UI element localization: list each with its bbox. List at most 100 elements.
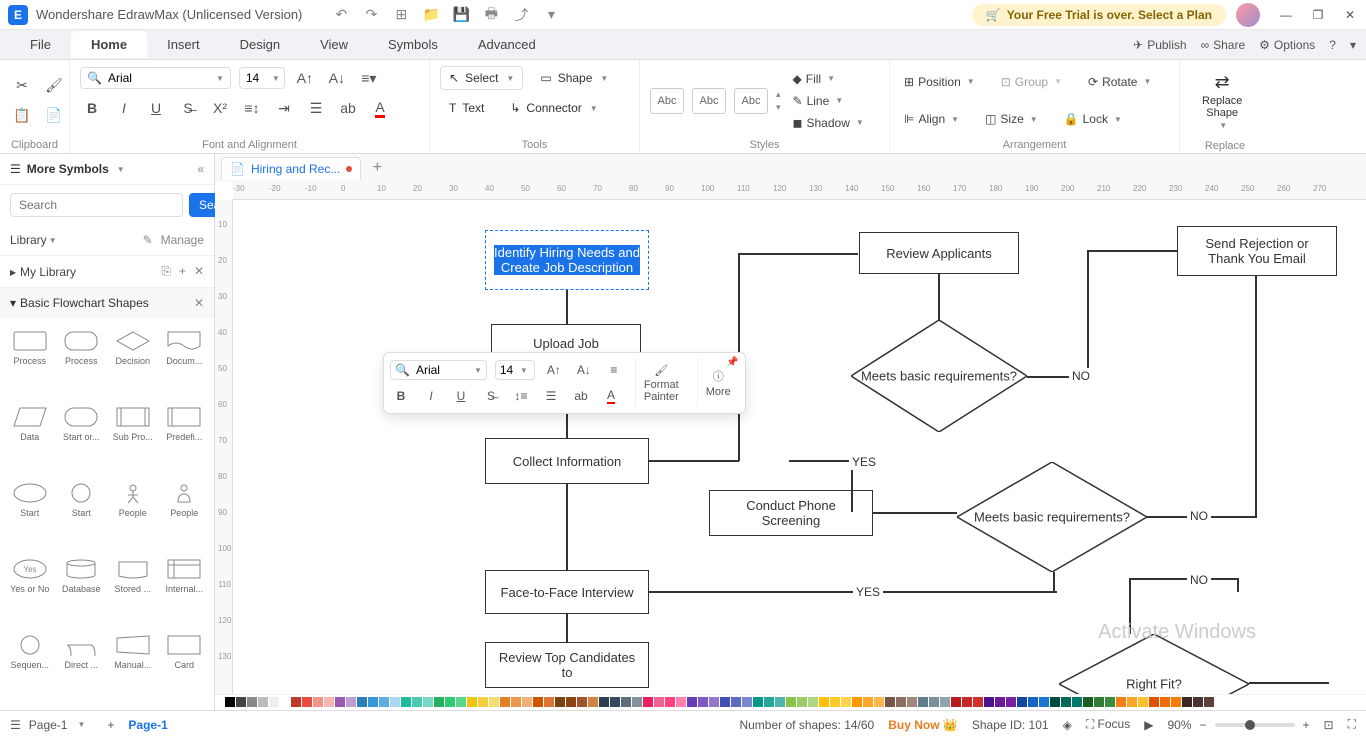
bullet-list-icon[interactable]: ☰	[304, 96, 328, 120]
color-swatch[interactable]	[379, 697, 389, 707]
palette-shape[interactable]: Process	[58, 326, 106, 398]
color-swatch[interactable]	[1193, 697, 1203, 707]
palette-shape[interactable]: YesYes or No	[6, 554, 54, 626]
font-size-select[interactable]: ▼	[239, 67, 285, 89]
color-swatch[interactable]	[1072, 697, 1082, 707]
color-swatch[interactable]	[852, 697, 862, 707]
connector[interactable]	[1249, 682, 1329, 684]
palette-shape[interactable]: Card	[161, 630, 209, 702]
float-strikethrough-icon[interactable]: S̶	[480, 385, 502, 407]
share-button[interactable]: ∞Share	[1201, 38, 1246, 52]
process-node-3[interactable]: Collect Information	[485, 438, 649, 484]
color-swatch[interactable]	[962, 697, 972, 707]
color-swatch[interactable]	[610, 697, 620, 707]
zoom-value[interactable]: 90%	[1167, 718, 1191, 732]
color-swatch[interactable]	[577, 697, 587, 707]
color-swatch[interactable]	[764, 697, 774, 707]
align-button[interactable]: ⊫Align▼	[900, 110, 963, 128]
color-swatch[interactable]	[588, 697, 598, 707]
color-swatch[interactable]	[1149, 697, 1159, 707]
options-button[interactable]: ⚙Options	[1259, 38, 1315, 52]
menu-view[interactable]: View	[300, 31, 368, 58]
connector[interactable]	[566, 614, 568, 642]
superscript-icon[interactable]: X²	[208, 96, 232, 120]
manage-button[interactable]: Manage	[161, 233, 204, 247]
palette-shape[interactable]: Start or...	[58, 402, 106, 474]
line-button[interactable]: ✎Line▼	[789, 92, 868, 110]
color-swatch[interactable]	[1182, 697, 1192, 707]
color-swatch[interactable]	[533, 697, 543, 707]
float-bullet-icon[interactable]: ☰	[540, 385, 562, 407]
align-dropdown[interactable]: ≡▾	[357, 66, 381, 90]
palette-shape[interactable]: People	[161, 478, 209, 550]
size-button[interactable]: ◫Size▼	[981, 110, 1042, 128]
color-swatch[interactable]	[731, 697, 741, 707]
menu-overflow[interactable]: ▾	[1350, 38, 1356, 52]
color-swatch[interactable]	[258, 697, 268, 707]
color-swatch[interactable]	[819, 697, 829, 707]
print-icon[interactable]: 🖶	[482, 6, 500, 24]
palette-shape[interactable]: Predefi...	[161, 402, 209, 474]
decision-node-3[interactable]: Right Fit?	[1059, 634, 1249, 694]
color-swatch[interactable]	[841, 697, 851, 707]
active-page-tab[interactable]: Page-1	[128, 718, 167, 732]
process-node-4[interactable]: Conduct Phone Screening	[709, 490, 873, 536]
color-swatch[interactable]	[423, 697, 433, 707]
float-size-select[interactable]: ▼	[495, 360, 535, 380]
color-swatch[interactable]	[984, 697, 994, 707]
color-swatch[interactable]	[1083, 697, 1093, 707]
connector[interactable]	[1255, 276, 1257, 518]
maximize-button[interactable]: ❐	[1310, 7, 1326, 23]
connector[interactable]	[738, 253, 858, 255]
float-line-spacing-icon[interactable]: ↕≡	[510, 385, 532, 407]
color-swatch[interactable]	[357, 697, 367, 707]
color-swatch[interactable]	[863, 697, 873, 707]
color-swatch[interactable]	[1094, 697, 1104, 707]
color-swatch[interactable]	[665, 697, 675, 707]
pin-icon[interactable]: 📌	[726, 357, 738, 368]
palette-shape[interactable]: Docum...	[161, 326, 209, 398]
float-font-color-icon[interactable]: A	[600, 385, 622, 407]
color-swatch[interactable]	[247, 697, 257, 707]
color-swatch[interactable]	[1050, 697, 1060, 707]
color-swatch[interactable]	[390, 697, 400, 707]
format-painter-icon[interactable]: 🖌	[42, 74, 66, 98]
process-node-5[interactable]: Face-to-Face Interview	[485, 570, 649, 614]
float-decrease-font-icon[interactable]: A↓	[573, 359, 595, 381]
color-swatch[interactable]	[808, 697, 818, 707]
symbol-search-input[interactable]	[10, 193, 183, 217]
menu-design[interactable]: Design	[220, 31, 300, 58]
shadow-button[interactable]: ◼Shadow▼	[789, 114, 868, 132]
color-swatch[interactable]	[654, 697, 664, 707]
color-swatch[interactable]	[709, 697, 719, 707]
group-button[interactable]: ⊡Group▼	[997, 73, 1066, 91]
connector[interactable]	[1087, 250, 1089, 378]
add-page-button[interactable]: +	[107, 718, 114, 732]
page-list-icon[interactable]: ☰	[10, 718, 21, 732]
decrease-font-icon[interactable]: A↓	[325, 66, 349, 90]
user-avatar[interactable]	[1236, 3, 1260, 27]
font-color-icon[interactable]: A	[368, 96, 392, 120]
my-library-item[interactable]: My Library	[20, 265, 76, 279]
palette-shape[interactable]: People	[109, 478, 157, 550]
menu-advanced[interactable]: Advanced	[458, 31, 556, 58]
palette-shape[interactable]: Direct ...	[58, 630, 106, 702]
color-swatch[interactable]	[973, 697, 983, 707]
style-scroll-up[interactable]: ▴	[776, 89, 781, 100]
palette-shape[interactable]: Start	[58, 478, 106, 550]
new-tab-button[interactable]: +	[367, 158, 387, 178]
color-swatch[interactable]	[401, 697, 411, 707]
collapse-panel-icon[interactable]: «	[197, 162, 204, 176]
color-swatch[interactable]	[280, 697, 290, 707]
connector[interactable]	[1087, 250, 1177, 252]
undo-icon[interactable]: ↶	[332, 6, 350, 24]
rotate-button[interactable]: ⟳Rotate▼	[1084, 73, 1155, 91]
color-swatch[interactable]	[940, 697, 950, 707]
color-swatch[interactable]	[522, 697, 532, 707]
indent-icon[interactable]: ⇥	[272, 96, 296, 120]
color-swatch[interactable]	[1039, 697, 1049, 707]
palette-shape[interactable]: Sequen...	[6, 630, 54, 702]
redo-icon[interactable]: ↷	[362, 6, 380, 24]
section-title[interactable]: Basic Flowchart Shapes	[20, 296, 149, 310]
underline-icon[interactable]: U	[144, 96, 168, 120]
